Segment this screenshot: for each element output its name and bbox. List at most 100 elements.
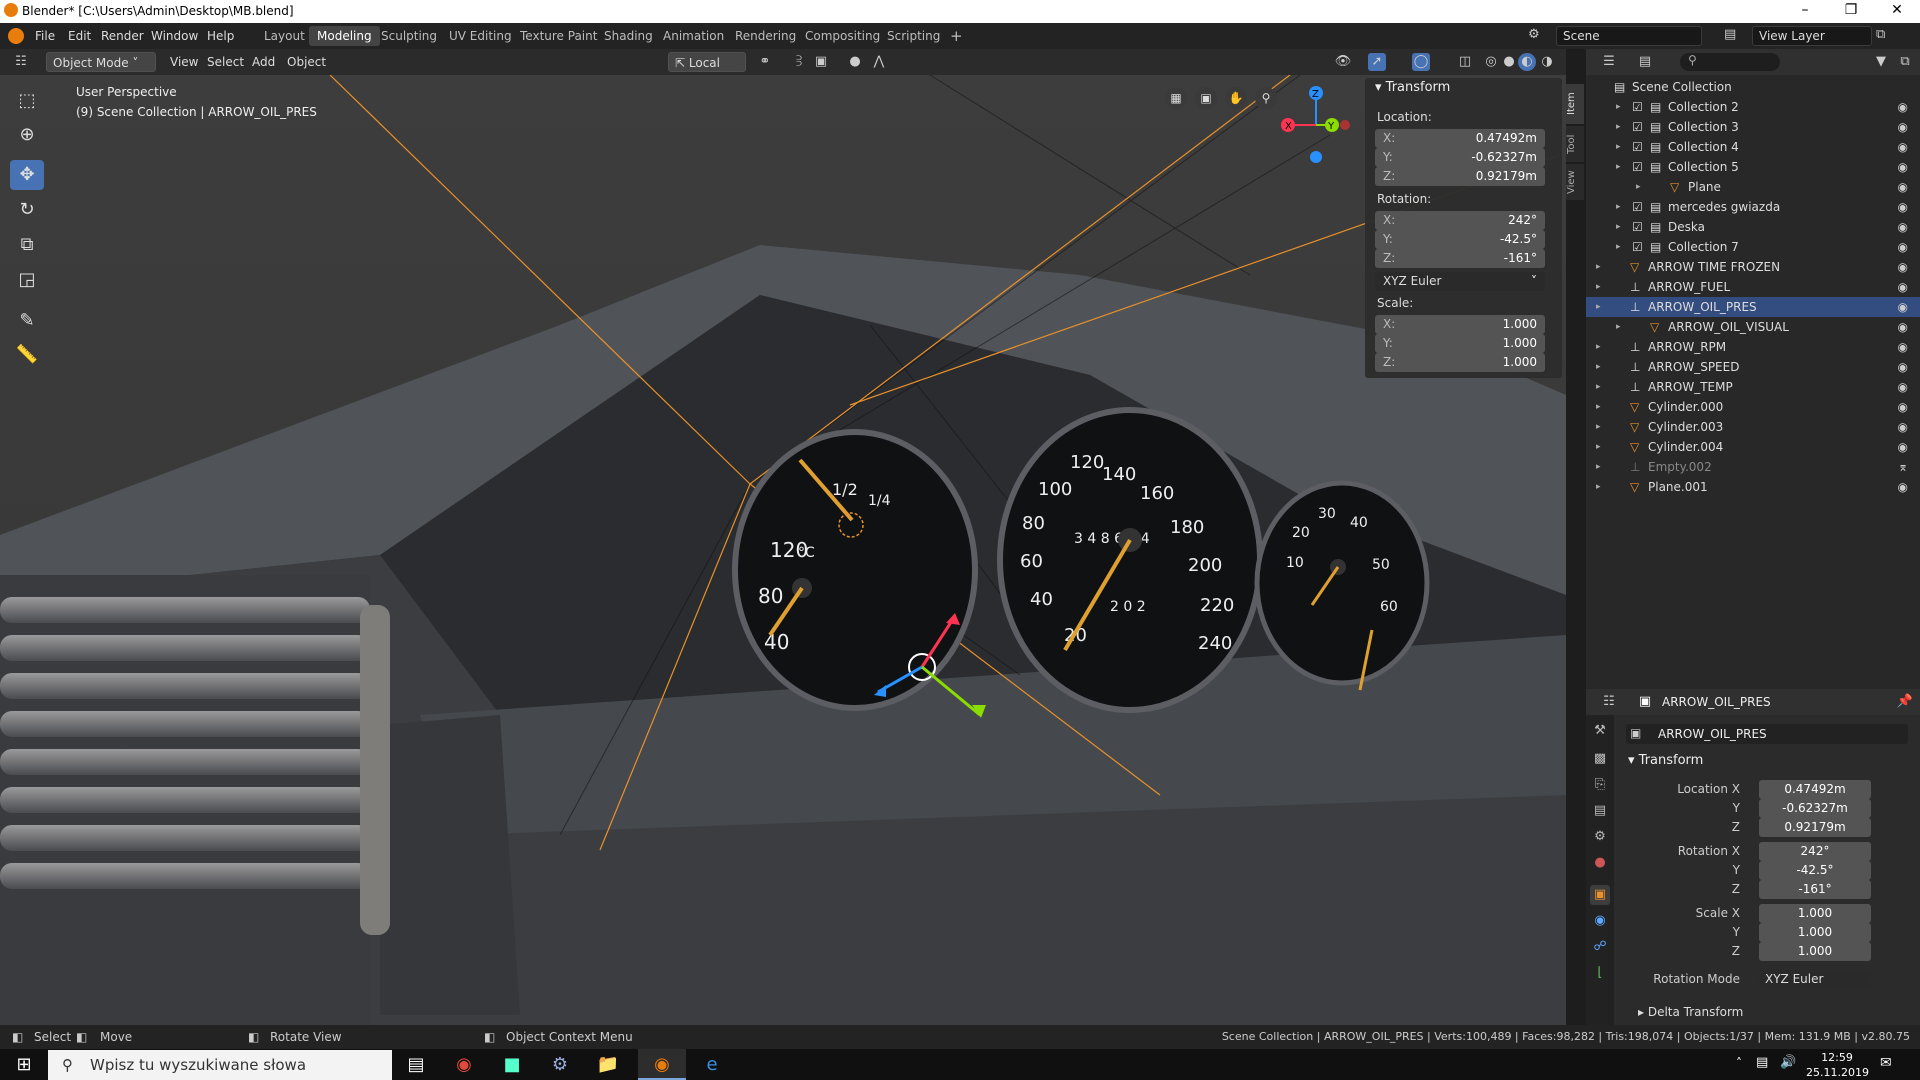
- tab-layout[interactable]: Layout: [256, 26, 313, 46]
- eye-icon[interactable]: ◉: [1898, 197, 1908, 217]
- disclosure-triangle-icon[interactable]: ▸: [1596, 457, 1601, 477]
- prop-rotation-mode[interactable]: XYZ Euler: [1759, 970, 1871, 989]
- outliner-item[interactable]: ▸ ☑ ▤ Collection 7 ◉: [1586, 237, 1920, 257]
- notifications-icon[interactable]: ✉: [1880, 1055, 1892, 1071]
- outliner-item[interactable]: ▸ ☑ ▤ Collection 4 ◉: [1586, 137, 1920, 157]
- tab-uv-editing[interactable]: UV Editing: [441, 26, 520, 46]
- color-app-icon[interactable]: ■: [488, 1049, 536, 1080]
- falloff-icon[interactable]: ⋀: [870, 53, 888, 71]
- data-tab-icon[interactable]: ⌊: [1590, 963, 1610, 983]
- menu-file[interactable]: File: [28, 23, 62, 49]
- disclosure-triangle-icon[interactable]: ▸: [1616, 157, 1621, 177]
- checkbox-icon[interactable]: ☑: [1632, 197, 1643, 217]
- outliner-item[interactable]: ▸ ☑ ▤ Collection 2 ◉: [1586, 97, 1920, 117]
- disclosure-triangle-icon[interactable]: ▸: [1596, 477, 1601, 497]
- eye-icon[interactable]: ◉: [1898, 137, 1908, 157]
- outliner-item[interactable]: ▸ ▽ Plane.001 ◉: [1586, 477, 1920, 497]
- clock-time[interactable]: 12:59: [1812, 1051, 1862, 1064]
- new-collection-icon[interactable]: ⧉: [1896, 53, 1914, 71]
- delta-transform-section[interactable]: ▸ Delta Transform: [1638, 1005, 1743, 1019]
- rotation-z-field[interactable]: Z: -161°: [1375, 249, 1545, 268]
- tab-sculpting[interactable]: Sculpting: [373, 26, 445, 46]
- eye-closed-icon[interactable]: ⌆: [1898, 457, 1908, 477]
- outliner-scene-collection[interactable]: ▤ Scene Collection: [1586, 77, 1920, 97]
- disclosure-triangle-icon[interactable]: ▸: [1616, 217, 1621, 237]
- chrome-icon[interactable]: ◉: [440, 1049, 488, 1080]
- transform-section-header[interactable]: ▾ Transform: [1628, 753, 1703, 768]
- rendered-shading-icon[interactable]: ◑: [1538, 53, 1556, 71]
- outliner-item[interactable]: ▸ ⊥ ARROW_SPEED ◉: [1586, 357, 1920, 377]
- transform-panel-header[interactable]: ▾ Transform: [1375, 80, 1450, 95]
- steam-icon[interactable]: ⚙: [536, 1049, 584, 1080]
- tab-scripting[interactable]: Scripting: [879, 26, 948, 46]
- tab-item[interactable]: Item: [1566, 84, 1584, 124]
- close-button[interactable]: ✕: [1874, 0, 1920, 23]
- rotate-tool-icon[interactable]: ↻: [10, 195, 44, 225]
- snap-icon[interactable]: ⫖: [790, 53, 808, 71]
- outliner-item[interactable]: ▸ ▽ Plane ◉: [1586, 177, 1920, 197]
- outliner-item[interactable]: ▸ ▽ Cylinder.003 ◉: [1586, 417, 1920, 437]
- outliner-item[interactable]: ▸ ⊥ Empty.002 ⌆: [1586, 457, 1920, 477]
- prop-rotation-x[interactable]: 242°: [1759, 842, 1871, 861]
- select-box-tool-icon[interactable]: ⬚: [10, 86, 44, 116]
- eye-icon[interactable]: ◉: [1898, 357, 1908, 377]
- outliner-item[interactable]: ▸ ⊥ ARROW_OIL_PRES ◉: [1586, 297, 1920, 317]
- tab-rendering[interactable]: Rendering: [727, 26, 804, 46]
- menu-add[interactable]: Add: [246, 52, 281, 72]
- disclosure-triangle-icon[interactable]: ▸: [1596, 297, 1601, 317]
- rotation-x-field[interactable]: X: 242°: [1375, 211, 1545, 230]
- new-view-layer-icon[interactable]: ⧉: [1876, 27, 1885, 42]
- disclosure-triangle-icon[interactable]: ▸: [1596, 377, 1601, 397]
- eye-icon[interactable]: ◉: [1898, 397, 1908, 417]
- view-layer-selector[interactable]: View Layer: [1752, 26, 1872, 46]
- eye-icon[interactable]: ◉: [1898, 437, 1908, 457]
- checkbox-icon[interactable]: ☑: [1632, 217, 1643, 237]
- location-y-field[interactable]: Y: -0.62327m: [1375, 148, 1545, 167]
- eye-icon[interactable]: ◉: [1898, 237, 1908, 257]
- outliner-item[interactable]: ▸ ☑ ▤ mercedes gwiazda ◉: [1586, 197, 1920, 217]
- eye-icon[interactable]: ◉: [1898, 257, 1908, 277]
- network-icon[interactable]: ▤: [1756, 1055, 1768, 1070]
- outliner-editor-icon[interactable]: ☰: [1600, 53, 1618, 71]
- eye-icon[interactable]: ◉: [1898, 157, 1908, 177]
- checkbox-icon[interactable]: ☑: [1632, 157, 1643, 177]
- gizmo-toggle-icon[interactable]: ➚: [1368, 53, 1386, 71]
- scene-icon[interactable]: ⚙: [1528, 27, 1546, 45]
- proportional-edit-icon[interactable]: ●: [846, 53, 864, 71]
- eye-icon[interactable]: ◉: [1898, 377, 1908, 397]
- prop-scale-y[interactable]: 1.000: [1759, 923, 1871, 942]
- outliner-item[interactable]: ▸ ☑ ▤ Deska ◉: [1586, 217, 1920, 237]
- eye-icon[interactable]: ◉: [1898, 477, 1908, 497]
- task-view-icon[interactable]: ▤: [392, 1049, 440, 1080]
- scale-y-field[interactable]: Y: 1.000: [1375, 334, 1545, 353]
- eye-icon[interactable]: ◉: [1898, 317, 1908, 337]
- eye-icon[interactable]: ◉: [1898, 417, 1908, 437]
- output-tab-icon[interactable]: ⎘: [1590, 775, 1610, 795]
- tab-texture-paint[interactable]: Texture Paint: [512, 26, 605, 46]
- disclosure-triangle-icon[interactable]: ▸: [1616, 117, 1621, 137]
- menu-edit[interactable]: Edit: [61, 23, 98, 49]
- prop-scale-z[interactable]: 1.000: [1759, 942, 1871, 961]
- scene-selector[interactable]: Scene: [1556, 26, 1702, 46]
- tab-compositing[interactable]: Compositing: [797, 26, 888, 46]
- outliner-item[interactable]: ▸ ⊥ ARROW_TEMP ◉: [1586, 377, 1920, 397]
- zoom-icon[interactable]: ⚲: [1255, 87, 1277, 109]
- scale-z-field[interactable]: Z: 1.000: [1375, 353, 1545, 372]
- mode-selector[interactable]: Object Mode ˅: [46, 52, 156, 72]
- outliner-item[interactable]: ▸ ▽ Cylinder.000 ◉: [1586, 397, 1920, 417]
- pin-icon[interactable]: 📌: [1896, 693, 1914, 711]
- visibility-icon[interactable]: 👁: [1334, 53, 1352, 71]
- disclosure-triangle-icon[interactable]: ▸: [1596, 397, 1601, 417]
- eye-icon[interactable]: ◉: [1898, 117, 1908, 137]
- disclosure-triangle-icon[interactable]: ▸: [1636, 177, 1641, 197]
- solid-shading-icon[interactable]: ●: [1500, 53, 1518, 71]
- prop-scale-x[interactable]: 1.000: [1759, 904, 1871, 923]
- windows-start-icon[interactable]: ⊞: [0, 1049, 48, 1080]
- xray-icon[interactable]: ◫: [1456, 53, 1474, 71]
- outliner-search-input[interactable]: ⚲: [1680, 53, 1780, 71]
- prop-location-z[interactable]: 0.92179m: [1759, 818, 1871, 837]
- blender-taskbar-icon[interactable]: ◉: [638, 1049, 686, 1080]
- disclosure-triangle-icon[interactable]: ▸: [1616, 317, 1621, 337]
- edge-icon[interactable]: e: [688, 1049, 736, 1080]
- outliner-item[interactable]: ▸ ▽ ARROW_OIL_VISUAL ◉: [1586, 317, 1920, 337]
